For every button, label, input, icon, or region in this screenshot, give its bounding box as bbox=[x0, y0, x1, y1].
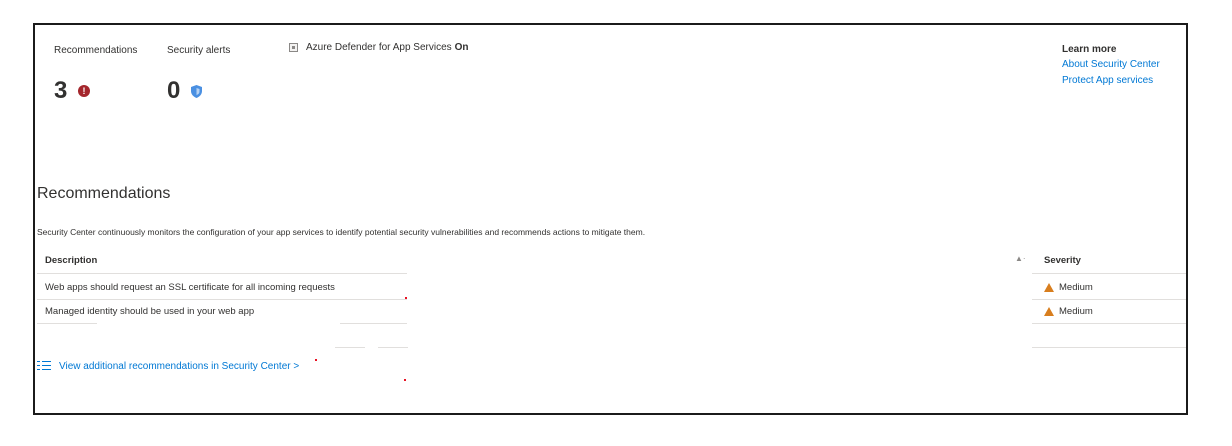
about-security-center-link[interactable]: About Security Center bbox=[1062, 59, 1160, 70]
column-header-severity[interactable]: Severity bbox=[1044, 255, 1081, 266]
artifact bbox=[404, 379, 406, 381]
severity-cell: Medium bbox=[1044, 306, 1093, 317]
error-icon: ! bbox=[78, 85, 90, 97]
recommendations-count[interactable]: 3 bbox=[54, 77, 67, 105]
alerts-stat-label: Security alerts bbox=[167, 45, 231, 56]
artifact bbox=[315, 359, 317, 361]
view-additional-recommendations-link[interactable]: View additional recommendations in Secur… bbox=[37, 360, 299, 372]
protect-app-services-link[interactable]: Protect App services bbox=[1062, 75, 1160, 86]
list-icon bbox=[37, 360, 51, 372]
warning-icon bbox=[1044, 307, 1054, 316]
divider bbox=[37, 299, 407, 300]
divider bbox=[335, 347, 365, 348]
divider bbox=[1032, 299, 1186, 300]
table-row[interactable]: Web apps should request an SSL certifica… bbox=[45, 282, 335, 293]
divider bbox=[1032, 347, 1186, 348]
severity-label: Medium bbox=[1059, 282, 1093, 293]
warning-icon bbox=[1044, 283, 1054, 292]
shield-icon bbox=[191, 85, 202, 98]
learn-more: Learn more About Security Center Protect… bbox=[1062, 44, 1160, 91]
alerts-count[interactable]: 0 bbox=[167, 77, 180, 105]
divider bbox=[1032, 323, 1186, 324]
defender-state: On bbox=[454, 42, 469, 53]
severity-label: Medium bbox=[1059, 306, 1093, 317]
defender-label: Azure Defender for App Services bbox=[306, 42, 452, 53]
app-service-icon bbox=[289, 43, 298, 52]
divider bbox=[340, 323, 407, 324]
defender-status: Azure Defender for App Services On bbox=[289, 42, 469, 53]
sort-icon[interactable]: ▲· bbox=[1015, 254, 1026, 263]
table-row[interactable]: Managed identity should be used in your … bbox=[45, 306, 254, 317]
divider bbox=[1032, 273, 1186, 274]
column-header-description[interactable]: Description bbox=[45, 255, 97, 266]
learn-more-heading: Learn more bbox=[1062, 44, 1117, 55]
divider bbox=[378, 347, 408, 348]
divider bbox=[37, 323, 97, 324]
recommendations-stat-label: Recommendations bbox=[54, 45, 138, 56]
security-panel: Recommendations 3 ! Security alerts 0 Az… bbox=[33, 23, 1188, 415]
view-link-label: View additional recommendations in Secur… bbox=[59, 360, 300, 372]
divider bbox=[37, 273, 407, 274]
severity-cell: Medium bbox=[1044, 282, 1093, 293]
section-title: Recommendations bbox=[37, 185, 171, 202]
section-description: Security Center continuously monitors th… bbox=[37, 227, 646, 237]
artifact bbox=[405, 297, 407, 299]
